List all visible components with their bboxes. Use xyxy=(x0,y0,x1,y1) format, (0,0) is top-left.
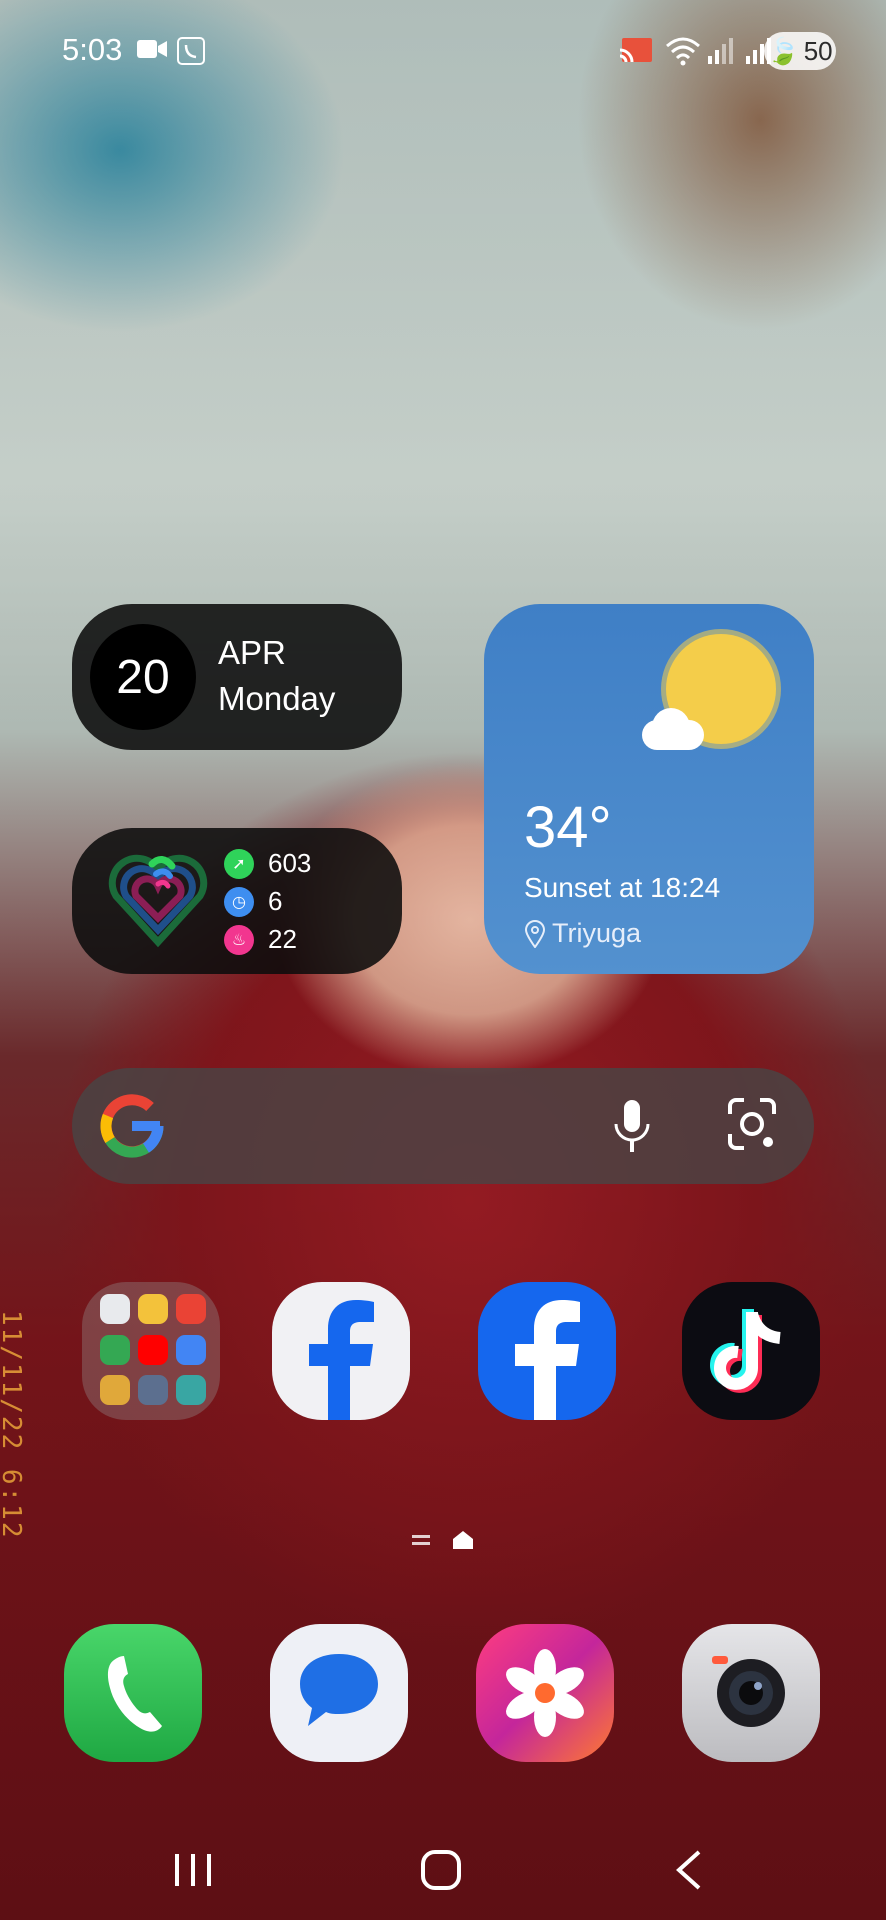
messages-app[interactable] xyxy=(270,1624,408,1762)
menu-lines-icon xyxy=(412,1535,430,1545)
location-pin-icon xyxy=(524,919,546,948)
wallpaper-date-stamp: 11/11/22 6:12 xyxy=(0,1310,26,1540)
mic-icon[interactable] xyxy=(612,1098,652,1154)
youtube-icon xyxy=(138,1334,168,1365)
weather-widget[interactable]: 34° Sunset at 18:24 Triyuga xyxy=(484,604,814,974)
health-activity-widget[interactable]: ➚ 603 ◷ 6 ♨ 22 xyxy=(72,828,402,974)
cast-icon xyxy=(619,38,652,63)
weather-temperature: 34° xyxy=(524,795,612,860)
signal-1-icon xyxy=(708,38,733,64)
gallery-app[interactable] xyxy=(476,1624,614,1762)
weather-sunset: Sunset at 18:24 xyxy=(524,872,721,903)
steps-stat: ➚ 603 xyxy=(224,848,311,879)
back-chevron-icon xyxy=(676,1850,701,1890)
active-time-value: 6 xyxy=(268,886,283,916)
maps-icon xyxy=(100,1334,130,1365)
date-weekday: Monday xyxy=(218,680,336,717)
date-widget[interactable]: 20 APR Monday xyxy=(72,604,402,750)
battery-level: 50 xyxy=(803,35,833,66)
gallery-flower-icon xyxy=(506,1649,584,1737)
camera-app[interactable] xyxy=(682,1624,820,1762)
clock-icon: ◷ xyxy=(224,886,254,917)
battery-indicator: 🍃 50 xyxy=(764,32,836,70)
steps-icon: ➚ xyxy=(224,848,254,879)
app-mini-1-icon xyxy=(100,1375,130,1406)
camera-icon xyxy=(712,1656,785,1727)
phone-app[interactable] xyxy=(64,1624,202,1762)
tiktok-icon xyxy=(710,1309,781,1393)
date-month: APR xyxy=(218,634,286,671)
viber-icon xyxy=(177,37,205,65)
google-lens-icon[interactable] xyxy=(726,1096,778,1152)
recents-button[interactable] xyxy=(158,1842,228,1898)
wifi-icon xyxy=(666,37,700,66)
recents-icon xyxy=(175,1854,211,1886)
page-indicator[interactable] xyxy=(412,1530,474,1550)
activity-heart-rings-icon xyxy=(108,854,208,948)
drive-icon xyxy=(176,1334,206,1365)
status-bar: 5:03 🍃 50 xyxy=(0,0,886,100)
status-time: 5:03 xyxy=(62,32,123,67)
app-mini-3-icon xyxy=(176,1375,206,1406)
play-store-icon xyxy=(100,1294,130,1324)
weather-location-label: Triyuga xyxy=(552,918,642,948)
home-button[interactable] xyxy=(406,1842,476,1898)
home-icon xyxy=(421,1850,461,1890)
battery-saver-icon: 🍃 xyxy=(767,35,800,66)
phone-icon xyxy=(107,1656,162,1732)
back-button[interactable] xyxy=(654,1842,724,1898)
flame-icon: ♨ xyxy=(224,924,254,955)
active-time-stat: ◷ 6 xyxy=(224,886,282,917)
cloud-icon xyxy=(642,708,704,750)
facebook-lite-app[interactable] xyxy=(272,1282,410,1420)
weather-location: Triyuga xyxy=(524,918,641,949)
app-mini-2-icon xyxy=(138,1375,168,1406)
video-camera-icon xyxy=(137,40,167,58)
calories-stat: ♨ 22 xyxy=(224,924,297,955)
google-logo xyxy=(100,1094,164,1158)
google-search-bar[interactable] xyxy=(72,1068,814,1184)
messages-icon xyxy=(300,1654,378,1726)
calories-value: 22 xyxy=(268,924,297,954)
facebook-app[interactable] xyxy=(478,1282,616,1420)
facebook-lite-icon xyxy=(309,1300,374,1420)
app-folder[interactable] xyxy=(82,1282,220,1420)
tiktok-app[interactable] xyxy=(682,1282,820,1420)
chrome-icon xyxy=(138,1294,168,1324)
steps-value: 603 xyxy=(268,848,312,878)
gmail-icon xyxy=(176,1294,206,1324)
date-day-number: 20 xyxy=(90,624,196,730)
navigation-bar xyxy=(0,1820,886,1920)
home-page-dot-icon xyxy=(453,1531,473,1549)
facebook-icon xyxy=(515,1300,580,1420)
